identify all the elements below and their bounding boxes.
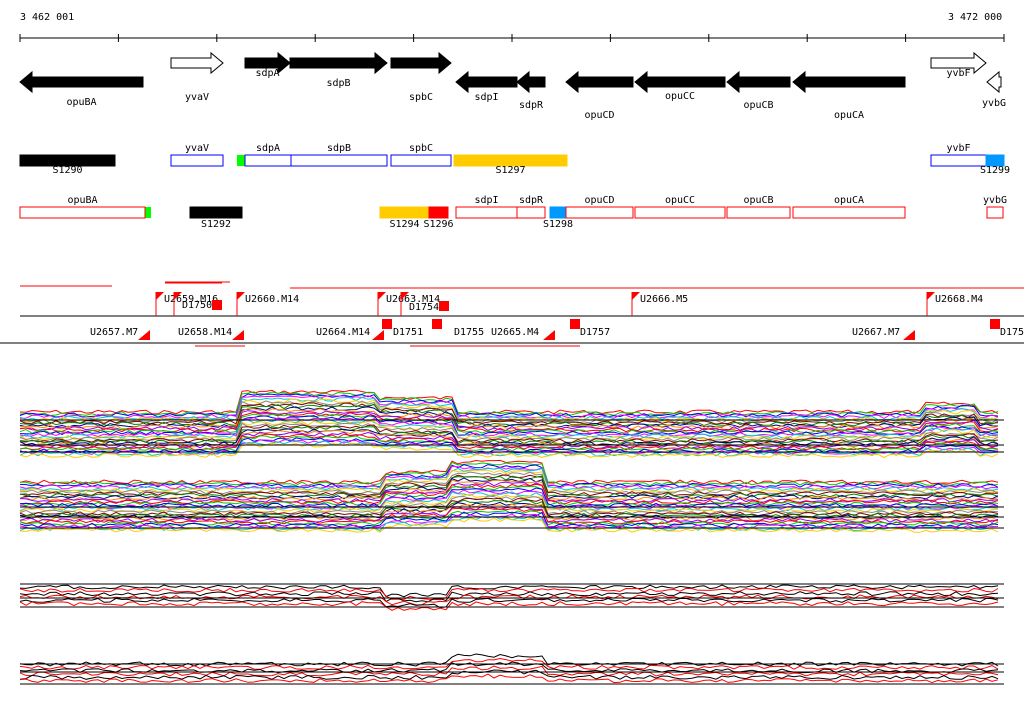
gene-label: opuCA xyxy=(834,110,864,121)
gene-arrow-sdpR xyxy=(516,70,546,94)
expression-profile xyxy=(19,406,999,429)
green-segment xyxy=(145,207,151,218)
segment-label: sdpA xyxy=(256,143,280,154)
gene-label: spbC xyxy=(409,92,433,103)
segment-yvbF xyxy=(930,154,987,167)
gene-arrow-sdpB xyxy=(289,51,388,75)
lower-site-label: D1757 xyxy=(580,327,610,338)
segment-label: spbC xyxy=(409,143,433,154)
gene-arrow-yvaV xyxy=(170,51,224,75)
segment-yvaV xyxy=(170,154,224,167)
gene-label: opuCB xyxy=(743,100,773,111)
genome-browser-view[interactable]: opuBA yvaV sdpA sdpB spbC sdpI sdpR opuCD opuCC o… xyxy=(0,0,1024,714)
gene-label: sdpB xyxy=(326,78,350,89)
segment-label: S1294 xyxy=(389,219,419,230)
lower-site-label: U2664.M14 xyxy=(316,327,370,338)
segment-sdpR xyxy=(516,206,546,219)
gene-label: yvbG xyxy=(982,98,1006,109)
segment-S1298 xyxy=(549,206,567,219)
segment-opuCC xyxy=(634,206,726,219)
site-box xyxy=(382,319,392,329)
lower-site-label: D1758 xyxy=(1000,327,1024,338)
segment-label: yvbG xyxy=(983,195,1007,206)
site-flag xyxy=(138,330,150,340)
segment-sdpB xyxy=(290,154,388,167)
gene-arrow-opuCB xyxy=(726,70,791,94)
segment-label: yvbF xyxy=(946,143,970,154)
site-flag xyxy=(156,292,164,300)
site-box xyxy=(212,300,222,310)
segment-opuCB xyxy=(726,206,791,219)
segment-label: S1292 xyxy=(201,219,231,230)
site-flag xyxy=(927,292,935,300)
site-box xyxy=(432,319,442,329)
site-flag xyxy=(378,292,386,300)
segment-label: sdpR xyxy=(519,195,544,206)
lower-site-label: U2657.M7 xyxy=(90,327,138,338)
segment-spbC xyxy=(390,154,452,167)
segment-label: opuCC xyxy=(665,195,695,206)
gene-label: yvbF xyxy=(946,68,970,79)
gene-arrow-sdpI xyxy=(455,70,518,94)
expression-profile xyxy=(19,420,999,441)
site-flag xyxy=(543,330,555,340)
lower-site-label: D1755 xyxy=(454,327,484,338)
site-flag xyxy=(372,330,384,340)
segment-S1296 xyxy=(428,206,449,219)
site-flag xyxy=(237,292,245,300)
segment-label: S1297 xyxy=(495,165,525,176)
segment-opuCA xyxy=(792,206,906,219)
lower-site-label: U2658.M14 xyxy=(178,327,232,338)
segment-label: opuCB xyxy=(743,195,773,206)
site-box xyxy=(570,319,580,329)
site-flag xyxy=(232,330,244,340)
green-segment xyxy=(237,155,245,166)
upper-site-label: U2668.M4 xyxy=(935,294,983,305)
segment-label: opuCA xyxy=(834,195,864,206)
segment-label: S1296 xyxy=(423,219,453,230)
gene-arrow-yvbG xyxy=(986,70,1002,94)
gene-label: sdpI xyxy=(474,92,498,103)
upper-site-label: U2666.M5 xyxy=(640,294,688,305)
upper-site-label: D1750 xyxy=(182,300,212,311)
segment-label: sdpI xyxy=(474,195,498,206)
segment-label: sdpB xyxy=(327,143,351,154)
segment-yvbG xyxy=(986,206,1004,219)
lower-site-label: D1751 xyxy=(393,327,423,338)
segment-label: opuBA xyxy=(67,195,97,206)
segment-sdpA xyxy=(244,154,292,167)
site-flag xyxy=(903,330,915,340)
gene-label: opuCC xyxy=(665,91,695,102)
segment-label: S1290 xyxy=(52,165,82,176)
gene-arrow-opuCA xyxy=(792,70,906,94)
gene-label: yvaV xyxy=(185,92,209,103)
gene-label: sdpR xyxy=(519,100,544,111)
site-box xyxy=(990,319,1000,329)
gene-label: sdpA xyxy=(255,68,279,79)
lower-site-label: U2665.M4 xyxy=(491,327,539,338)
gene-arrow-spbC xyxy=(390,51,452,75)
expression-profile xyxy=(19,601,999,611)
upper-site-label: U2660.M14 xyxy=(245,294,299,305)
gene-arrow-opuCD xyxy=(565,70,634,94)
gene-label: opuBA xyxy=(66,97,96,108)
site-flag xyxy=(632,292,640,300)
segment-opuBA xyxy=(19,206,146,219)
lower-site-label: U2667.M7 xyxy=(852,327,900,338)
site-box xyxy=(439,301,449,311)
gene-arrow-opuCC xyxy=(634,70,726,94)
segment-S1294 xyxy=(379,206,430,219)
expression-profile xyxy=(19,389,999,415)
segment-label: S1298 xyxy=(543,219,573,230)
segment-sdpI xyxy=(455,206,518,219)
gene-label: opuCD xyxy=(584,110,614,121)
upper-site-label: D1754 xyxy=(409,302,439,313)
segment-label: opuCD xyxy=(584,195,614,206)
segment-opuCD xyxy=(565,206,634,219)
segment-S1292 xyxy=(189,206,243,219)
segment-label: S1299 xyxy=(980,165,1010,176)
segment-label: yvaV xyxy=(185,143,209,154)
gene-arrow-opuBA xyxy=(19,70,144,94)
